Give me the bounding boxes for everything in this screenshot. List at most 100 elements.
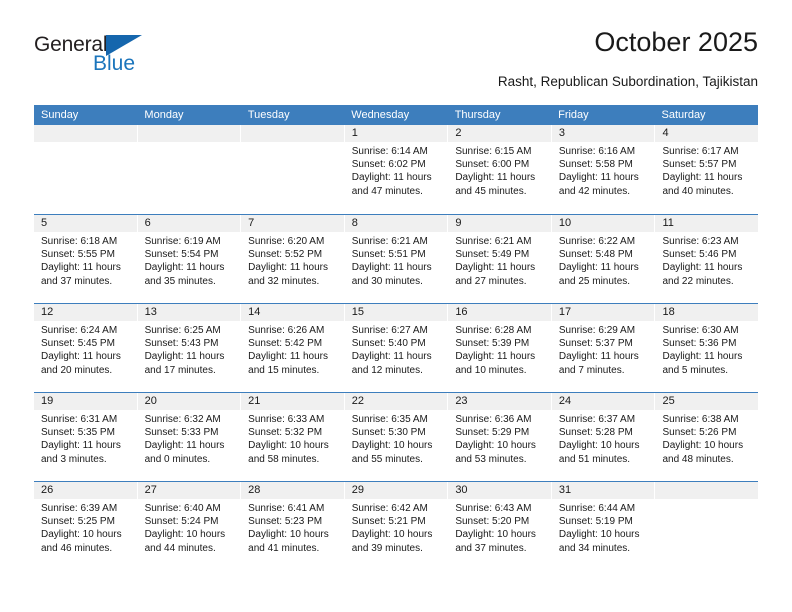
daylight-text: Daylight: 11 hours and 7 minutes. [558, 351, 639, 376]
weekday-header-saturday: Saturday [661, 109, 706, 121]
daylight-text: Daylight: 10 hours and 55 minutes. [351, 440, 433, 465]
calendar-day-cell[interactable]: 12 Sunrise: 6:24 AM Sunset: 5:45 PM Dayligh… [34, 304, 138, 392]
calendar-day-cell[interactable]: 11 Sunrise: 6:23 AM Sunset: 5:46 PM Dayligh… [655, 215, 759, 303]
calendar-day-cell-empty [655, 482, 759, 570]
sunset-text: Sunset: 5:57 PM [662, 159, 737, 171]
calendar-day-cell[interactable]: 18 Sunrise: 6:30 AM Sunset: 5:36 PM Dayligh… [655, 304, 759, 392]
day-number: 28 [241, 482, 344, 499]
day-number [34, 125, 137, 142]
sunrise-text: Sunrise: 6:21 AM [455, 236, 532, 247]
day-number: 9 [448, 215, 551, 232]
calendar-day-cell[interactable]: 23 Sunrise: 6:36 AM Sunset: 5:29 PM Dayligh… [448, 393, 552, 481]
calendar-day-cell[interactable]: 9 Sunrise: 6:21 AM Sunset: 5:49 PM Daylight… [448, 215, 552, 303]
day-number: 13 [137, 304, 241, 321]
sunset-text: Sunset: 5:20 PM [455, 516, 530, 528]
daylight-text: Daylight: 11 hours and 37 minutes. [41, 262, 121, 287]
brand-name-blue: Blue [93, 52, 136, 75]
calendar-day-cell[interactable]: 22 Sunrise: 6:35 AM Sunset: 5:30 PM Dayligh… [344, 393, 449, 481]
calendar-day-cell[interactable]: 21 Sunrise: 6:33 AM Sunset: 5:32 PM Dayligh… [241, 393, 345, 481]
calendar-day-cell[interactable]: 24 Sunrise: 6:37 AM Sunset: 5:28 PM Dayligh… [551, 393, 656, 481]
sunrise-text: Sunrise: 6:40 AM [144, 503, 221, 514]
calendar-day-cell[interactable]: 31 Sunrise: 6:44 AM Sunset: 5:19 PM Dayligh… [551, 482, 656, 570]
brand-logo[interactable]: General Blue [34, 34, 204, 86]
sunrise-text: Sunrise: 6:37 AM [558, 414, 636, 425]
day-number: 8 [344, 215, 448, 232]
day-number: 29 [344, 482, 448, 499]
calendar-day-cell[interactable]: 4 Sunrise: 6:17 AM Sunset: 5:57 PM Daylight… [655, 125, 759, 214]
calendar-day-cell[interactable]: 6 Sunrise: 6:19 AM Sunset: 5:54 PM Daylight… [137, 215, 242, 303]
day-number: 3 [551, 125, 655, 142]
calendar-day-cell[interactable]: 13 Sunrise: 6:25 AM Sunset: 5:43 PM Dayligh… [137, 304, 242, 392]
day-sun-info: Sunrise: 6:21 AM Sunset: 5:49 PM Daylight:… [448, 232, 551, 288]
daylight-text: Daylight: 11 hours and 35 minutes. [144, 262, 225, 287]
calendar-day-cell[interactable]: 20 Sunrise: 6:32 AM Sunset: 5:33 PM Dayligh… [137, 393, 242, 481]
calendar-day-cell[interactable]: 8 Sunrise: 6:21 AM Sunset: 5:51 PM Daylight… [344, 215, 449, 303]
sunset-text: Sunset: 5:55 PM [41, 249, 115, 261]
calendar-day-cell[interactable]: 29 Sunrise: 6:42 AM Sunset: 5:21 PM Dayligh… [344, 482, 449, 570]
calendar-day-cell[interactable]: 30 Sunrise: 6:43 AM Sunset: 5:20 PM Dayligh… [448, 482, 552, 570]
day-sun-info: Sunrise: 6:44 AM Sunset: 5:19 PM Daylight:… [552, 499, 655, 555]
calendar-day-cell[interactable]: 2 Sunrise: 6:15 AM Sunset: 6:00 PM Daylight… [448, 125, 552, 214]
sunrise-text: Sunrise: 6:44 AM [558, 503, 636, 514]
weekday-header-sunday: Sunday [41, 109, 79, 121]
sunset-text: Sunset: 5:26 PM [662, 427, 737, 439]
calendar-day-cell-empty [137, 125, 242, 214]
day-number: 27 [137, 482, 241, 499]
sunset-text: Sunset: 5:37 PM [558, 338, 633, 350]
daylight-text: Daylight: 11 hours and 25 minutes. [558, 262, 639, 287]
sunrise-text: Sunrise: 6:22 AM [558, 236, 636, 247]
daylight-text: Daylight: 10 hours and 58 minutes. [248, 440, 329, 465]
sunset-text: Sunset: 5:24 PM [144, 516, 219, 528]
sunrise-text: Sunrise: 6:33 AM [248, 414, 325, 425]
day-sun-info: Sunrise: 6:15 AM Sunset: 6:00 PM Daylight:… [448, 142, 551, 198]
sunrise-text: Sunrise: 6:38 AM [662, 414, 739, 425]
calendar-day-cell[interactable]: 7 Sunrise: 6:20 AM Sunset: 5:52 PM Daylight… [241, 215, 345, 303]
calendar-day-cell[interactable]: 17 Sunrise: 6:29 AM Sunset: 5:37 PM Dayligh… [551, 304, 656, 392]
sunrise-text: Sunrise: 6:42 AM [351, 503, 428, 514]
calendar-day-cell[interactable]: 16 Sunrise: 6:28 AM Sunset: 5:39 PM Dayligh… [448, 304, 552, 392]
calendar-week-row: 26 Sunrise: 6:39 AM Sunset: 5:25 PM Dayligh… [34, 481, 759, 570]
sunset-text: Sunset: 5:42 PM [248, 338, 323, 350]
calendar-day-cell[interactable]: 1 Sunrise: 6:14 AM Sunset: 6:02 PM Daylight… [344, 125, 449, 214]
calendar-day-cell[interactable]: 10 Sunrise: 6:22 AM Sunset: 5:48 PM Dayligh… [551, 215, 656, 303]
calendar-day-cell[interactable]: 25 Sunrise: 6:38 AM Sunset: 5:26 PM Dayligh… [655, 393, 759, 481]
calendar-day-cell[interactable]: 5 Sunrise: 6:18 AM Sunset: 5:55 PM Daylight… [34, 215, 138, 303]
day-sun-info: Sunrise: 6:23 AM Sunset: 5:46 PM Daylight:… [655, 232, 758, 288]
sunrise-text: Sunrise: 6:23 AM [662, 236, 739, 247]
calendar-day-cell-empty [241, 125, 345, 214]
calendar-day-cell[interactable]: 27 Sunrise: 6:40 AM Sunset: 5:24 PM Dayligh… [137, 482, 242, 570]
sunrise-text: Sunrise: 6:43 AM [455, 503, 532, 514]
day-number: 19 [34, 393, 137, 410]
daylight-text: Daylight: 11 hours and 10 minutes. [455, 351, 536, 376]
day-number: 26 [34, 482, 137, 499]
day-sun-info: Sunrise: 6:39 AM Sunset: 5:25 PM Daylight:… [34, 499, 137, 555]
calendar-day-cell[interactable]: 14 Sunrise: 6:26 AM Sunset: 5:42 PM Dayligh… [241, 304, 345, 392]
day-sun-info: Sunrise: 6:31 AM Sunset: 5:35 PM Daylight:… [34, 410, 137, 466]
calendar-day-cell[interactable]: 28 Sunrise: 6:41 AM Sunset: 5:23 PM Dayligh… [241, 482, 345, 570]
daylight-text: Daylight: 11 hours and 3 minutes. [41, 440, 121, 465]
sunset-text: Sunset: 5:45 PM [41, 338, 115, 350]
page-header: General Blue October 2025 Rasht, Republi… [34, 27, 758, 100]
sunset-text: Sunset: 5:32 PM [248, 427, 323, 439]
calendar-day-cell[interactable]: 19 Sunrise: 6:31 AM Sunset: 5:35 PM Dayligh… [34, 393, 138, 481]
sunset-text: Sunset: 5:29 PM [455, 427, 530, 439]
day-sun-info: Sunrise: 6:41 AM Sunset: 5:23 PM Daylight:… [241, 499, 344, 555]
day-sun-info: Sunrise: 6:26 AM Sunset: 5:42 PM Daylight:… [241, 321, 344, 377]
calendar-weeks: 1 Sunrise: 6:14 AM Sunset: 6:02 PM Daylight… [34, 125, 759, 570]
daylight-text: Daylight: 11 hours and 45 minutes. [455, 172, 536, 197]
calendar-grid: Sunday Monday Tuesday Wednesday Thursday Frid… [34, 105, 759, 570]
sunrise-text: Sunrise: 6:41 AM [248, 503, 325, 514]
daylight-text: Daylight: 11 hours and 12 minutes. [351, 351, 432, 376]
day-number: 17 [551, 304, 655, 321]
sunrise-text: Sunrise: 6:26 AM [248, 325, 325, 336]
daylight-text: Daylight: 10 hours and 44 minutes. [144, 529, 226, 554]
daylight-text: Daylight: 11 hours and 17 minutes. [144, 351, 225, 376]
calendar-day-cell[interactable]: 15 Sunrise: 6:27 AM Sunset: 5:40 PM Dayligh… [344, 304, 449, 392]
day-sun-info: Sunrise: 6:30 AM Sunset: 5:36 PM Daylight:… [655, 321, 758, 377]
day-sun-info: Sunrise: 6:32 AM Sunset: 5:33 PM Daylight:… [138, 410, 241, 466]
page-subtitle: Rasht, Republican Subordination, Tajikis… [497, 74, 758, 89]
day-sun-info: Sunrise: 6:22 AM Sunset: 5:48 PM Daylight:… [552, 232, 655, 288]
day-sun-info: Sunrise: 6:25 AM Sunset: 5:43 PM Daylight:… [138, 321, 241, 377]
calendar-day-cell[interactable]: 3 Sunrise: 6:16 AM Sunset: 5:58 PM Daylight… [551, 125, 656, 214]
calendar-day-cell[interactable]: 26 Sunrise: 6:39 AM Sunset: 5:25 PM Dayligh… [34, 482, 138, 570]
